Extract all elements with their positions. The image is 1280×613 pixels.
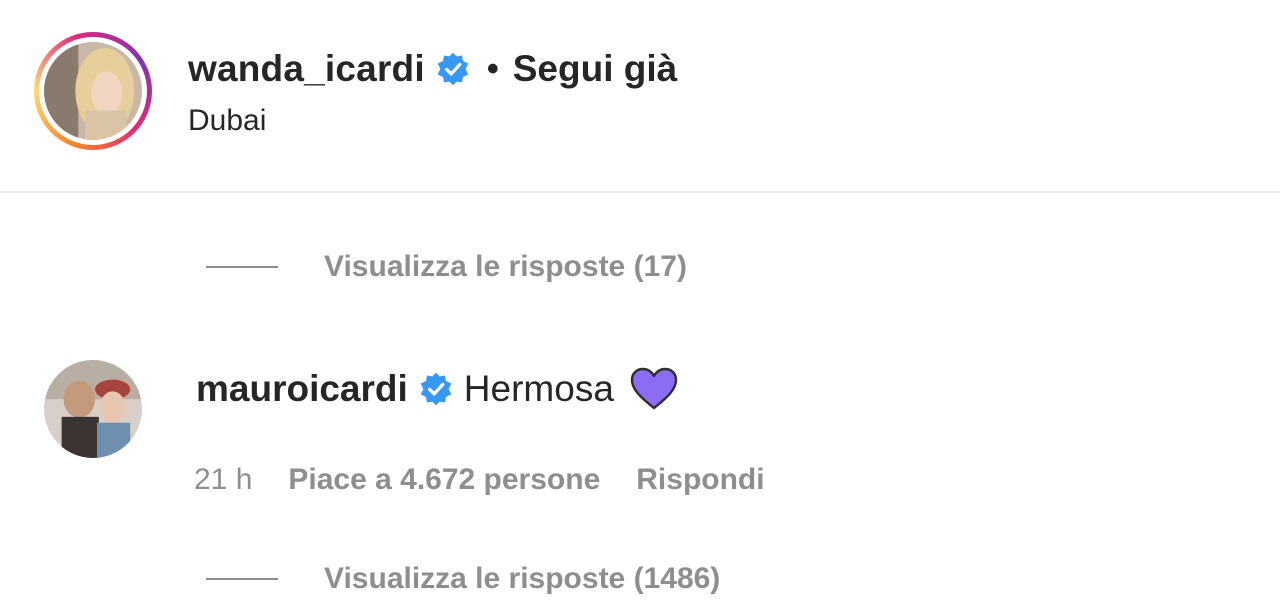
verified-badge-icon	[437, 52, 469, 86]
post-location[interactable]: Dubai	[188, 104, 266, 138]
replies-divider-line	[206, 578, 278, 580]
separator-dot: •	[486, 49, 499, 88]
post-header: wanda_icardi • Segui già Dubai	[0, 0, 1280, 193]
view-replies-button[interactable]: Visualizza le risposte (1486)	[324, 562, 720, 596]
purple-heart-icon	[630, 367, 678, 410]
comment-line: mauroicardi Hermosa	[196, 364, 678, 414]
view-replies-row-bottom: Visualizza le risposte (1486)	[206, 562, 720, 596]
author-username[interactable]: wanda_icardi	[188, 48, 425, 90]
commenter-username[interactable]: mauroicardi	[196, 368, 408, 410]
replies-divider-line	[206, 266, 278, 268]
view-replies-row-top: Visualizza le risposte (17)	[206, 250, 687, 284]
comment-likes-count[interactable]: Piace a 4.672 persone	[288, 463, 600, 497]
verified-badge-icon	[420, 372, 452, 406]
comment-text: Hermosa	[463, 368, 614, 409]
reply-button[interactable]: Rispondi	[636, 463, 764, 497]
view-replies-button[interactable]: Visualizza le risposte (17)	[324, 250, 687, 284]
follow-status-button[interactable]: Segui già	[513, 48, 677, 90]
comment-timestamp[interactable]: 21 h	[194, 463, 252, 497]
comment-meta-row: 21 h Piace a 4.672 persone Rispondi	[194, 458, 765, 502]
author-avatar-story-ring[interactable]	[34, 32, 152, 150]
author-avatar	[44, 42, 142, 140]
author-line: wanda_icardi • Segui già	[188, 44, 677, 94]
commenter-avatar[interactable]	[44, 360, 142, 458]
